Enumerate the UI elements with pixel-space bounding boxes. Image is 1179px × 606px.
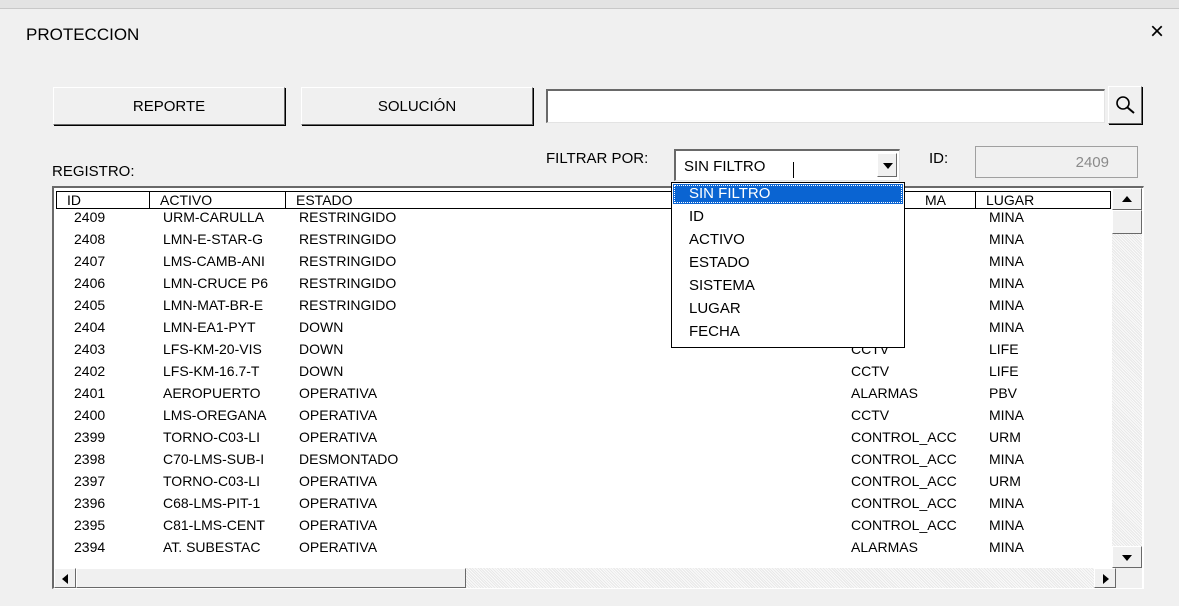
table-cell: CONTROL_ACC [851, 473, 957, 489]
vertical-scroll-track[interactable] [1112, 234, 1142, 546]
table-cell: OPERATIVA [299, 429, 378, 445]
scroll-down-icon[interactable] [1112, 546, 1142, 568]
table-row[interactable]: 2408 LMN-E-STAR-G RESTRINGIDO MINA [54, 229, 1116, 251]
table-cell: LMS-OREGANA [163, 407, 267, 423]
filtrar-por-label: FILTRAR POR: [546, 150, 649, 167]
table-cell: OPERATIVA [299, 473, 378, 489]
search-button[interactable] [1108, 86, 1142, 124]
table-cell: C70-LMS-SUB-I [163, 451, 265, 467]
table-cell: RESTRINGIDO [299, 231, 397, 247]
table-cell: DOWN [299, 341, 344, 357]
filter-combobox[interactable]: SIN FILTRO [674, 149, 900, 181]
id-field-value: 2409 [1075, 154, 1109, 171]
table-row[interactable]: 2402 LFS-KM-16.7-T DOWN CCTV LIFE [54, 361, 1116, 383]
dropdown-option[interactable]: LUGAR [673, 299, 903, 319]
horizontal-scroll-thumb[interactable] [76, 568, 466, 588]
table-cell: LMN-CRUCE P6 [163, 275, 269, 291]
filter-dropdown-list[interactable]: SIN FILTRO ID ACTIVO ESTADO SISTEMA LUGAR FECH… [671, 182, 905, 348]
filter-combobox-value: SIN FILTRO [684, 158, 766, 175]
table-cell: CCTV [851, 363, 890, 379]
table-cell: CCTV [851, 407, 890, 423]
table-cell: URM-CARULLA [163, 209, 265, 225]
id-field: 2409 [975, 146, 1138, 178]
table-cell: LMS-CAMB-ANI [163, 253, 265, 269]
scrollbar-corner [1116, 568, 1142, 588]
table-cell: RESTRINGIDO [299, 209, 397, 225]
table-row[interactable]: 2400 LMS-OREGANA OPERATIVA CCTV MINA [54, 405, 1116, 427]
table-cell: DOWN [299, 319, 344, 335]
table-cell: LFS-KM-16.7-T [163, 363, 260, 379]
dropdown-option[interactable]: ACTIVO [673, 230, 903, 250]
scroll-left-icon[interactable] [54, 568, 76, 588]
table-cell: CONTROL_ACC [851, 495, 957, 511]
table-cell: AEROPUERTO [163, 385, 261, 401]
table-cell: OPERATIVA [299, 385, 378, 401]
table-row[interactable]: 2399 TORNO-C03-LI OPERATIVA CONTROL_ACC URM [54, 427, 1116, 449]
dropdown-option[interactable]: SISTEMA [673, 276, 903, 296]
close-icon[interactable]: × [1150, 18, 1164, 46]
chevron-down-icon[interactable] [877, 153, 897, 177]
scroll-right-icon[interactable] [1094, 568, 1116, 588]
vertical-scrollbar[interactable] [1112, 188, 1142, 568]
table-cell: ALARMAS [851, 539, 918, 555]
table-row[interactable]: 2405 LMN-MAT-BR-E RESTRINGIDO MINA [54, 295, 1116, 317]
table-cell: CONTROL_ACC [851, 429, 957, 445]
table-cell: AT. SUBESTAC [163, 539, 261, 555]
table-row[interactable]: 2409 URM-CARULLA RESTRINGIDO MINA [54, 207, 1116, 229]
dropdown-option[interactable]: SIN FILTRO [673, 184, 903, 204]
table-cell: RESTRINGIDO [299, 253, 397, 269]
table-cell: ALARMAS [851, 385, 918, 401]
registro-label: REGISTRO: [52, 163, 135, 180]
dropdown-option[interactable]: ID [673, 207, 903, 227]
table-cell: RESTRINGIDO [299, 297, 397, 313]
table-row[interactable]: 2403 LFS-KM-20-VIS DOWN CCTV LIFE [54, 339, 1116, 361]
table-cell: LMN-EA1-PYT [163, 319, 256, 335]
table-row[interactable]: 2394 AT. SUBESTAC OPERATIVA ALARMAS MINA [54, 537, 1116, 559]
table-cell: TORNO-C03-LI [163, 429, 260, 445]
horizontal-scrollbar[interactable] [54, 568, 1116, 588]
table-row[interactable]: 2407 LMS-CAMB-ANI RESTRINGIDO MINA [54, 251, 1116, 273]
table-cell: LFS-KM-20-VIS [163, 341, 262, 357]
table-cell: DOWN [299, 363, 344, 379]
text-caret [793, 162, 794, 178]
dropdown-option[interactable]: ESTADO [673, 253, 903, 273]
reporte-button[interactable]: REPORTE [53, 87, 285, 125]
dropdown-option[interactable]: FECHA [673, 322, 903, 342]
table-cell: OPERATIVA [299, 407, 378, 423]
table-cell: LMN-E-STAR-G [163, 231, 264, 247]
table-cell: C81-LMS-CENT [163, 517, 265, 533]
vertical-scroll-thumb[interactable] [1112, 210, 1142, 234]
table-cell: OPERATIVA [299, 495, 378, 511]
table-row[interactable]: 2395 C81-LMS-CENT OPERATIVA CONTROL_ACC MINA [54, 515, 1116, 537]
window-title: PROTECCION [26, 25, 140, 44]
title-bar-strip [0, 0, 1179, 9]
table-cell: TORNO-C03-LI [163, 473, 260, 489]
table-row[interactable]: 2406 LMN-CRUCE P6 RESTRINGIDO MINA [54, 273, 1116, 295]
table-cell: CONTROL_ACC [851, 517, 957, 533]
scroll-up-icon[interactable] [1112, 188, 1142, 210]
table-cell: OPERATIVA [299, 539, 378, 555]
id-label: ID: [929, 150, 949, 167]
magnifier-icon [1116, 96, 1135, 114]
table-row[interactable]: 2401 AEROPUERTO OPERATIVA ALARMAS PBV [54, 383, 1116, 405]
horizontal-scroll-track[interactable] [466, 568, 1094, 588]
table-row[interactable]: 2398 C70-LMS-SUB-I DESMONTADO CONTROL_ACC MI… [54, 449, 1116, 471]
table-cell: DESMONTADO [299, 451, 399, 467]
records-listbox[interactable]: ID ACTIVO ESTADO MA LUGAR 2409 URM-CARULL… [52, 186, 1144, 589]
table-cell: C68-LMS-PIT-1 [163, 495, 261, 511]
table-cell: OPERATIVA [299, 517, 378, 533]
table-row[interactable]: 2397 TORNO-C03-LI OPERATIVA CONTROL_ACC URM [54, 471, 1116, 493]
table-row[interactable]: 2404 LMN-EA1-PYT DOWN MINA [54, 317, 1116, 339]
search-input[interactable] [546, 89, 1105, 123]
table-row[interactable]: 2396 C68-LMS-PIT-1 OPERATIVA CONTROL_ACC MIN… [54, 493, 1116, 515]
table-cell: RESTRINGIDO [299, 275, 397, 291]
solucion-button[interactable]: SOLUCIÓN [301, 87, 533, 125]
table-cell: LMN-MAT-BR-E [163, 297, 264, 313]
table-cell: CONTROL_ACC [851, 451, 957, 467]
